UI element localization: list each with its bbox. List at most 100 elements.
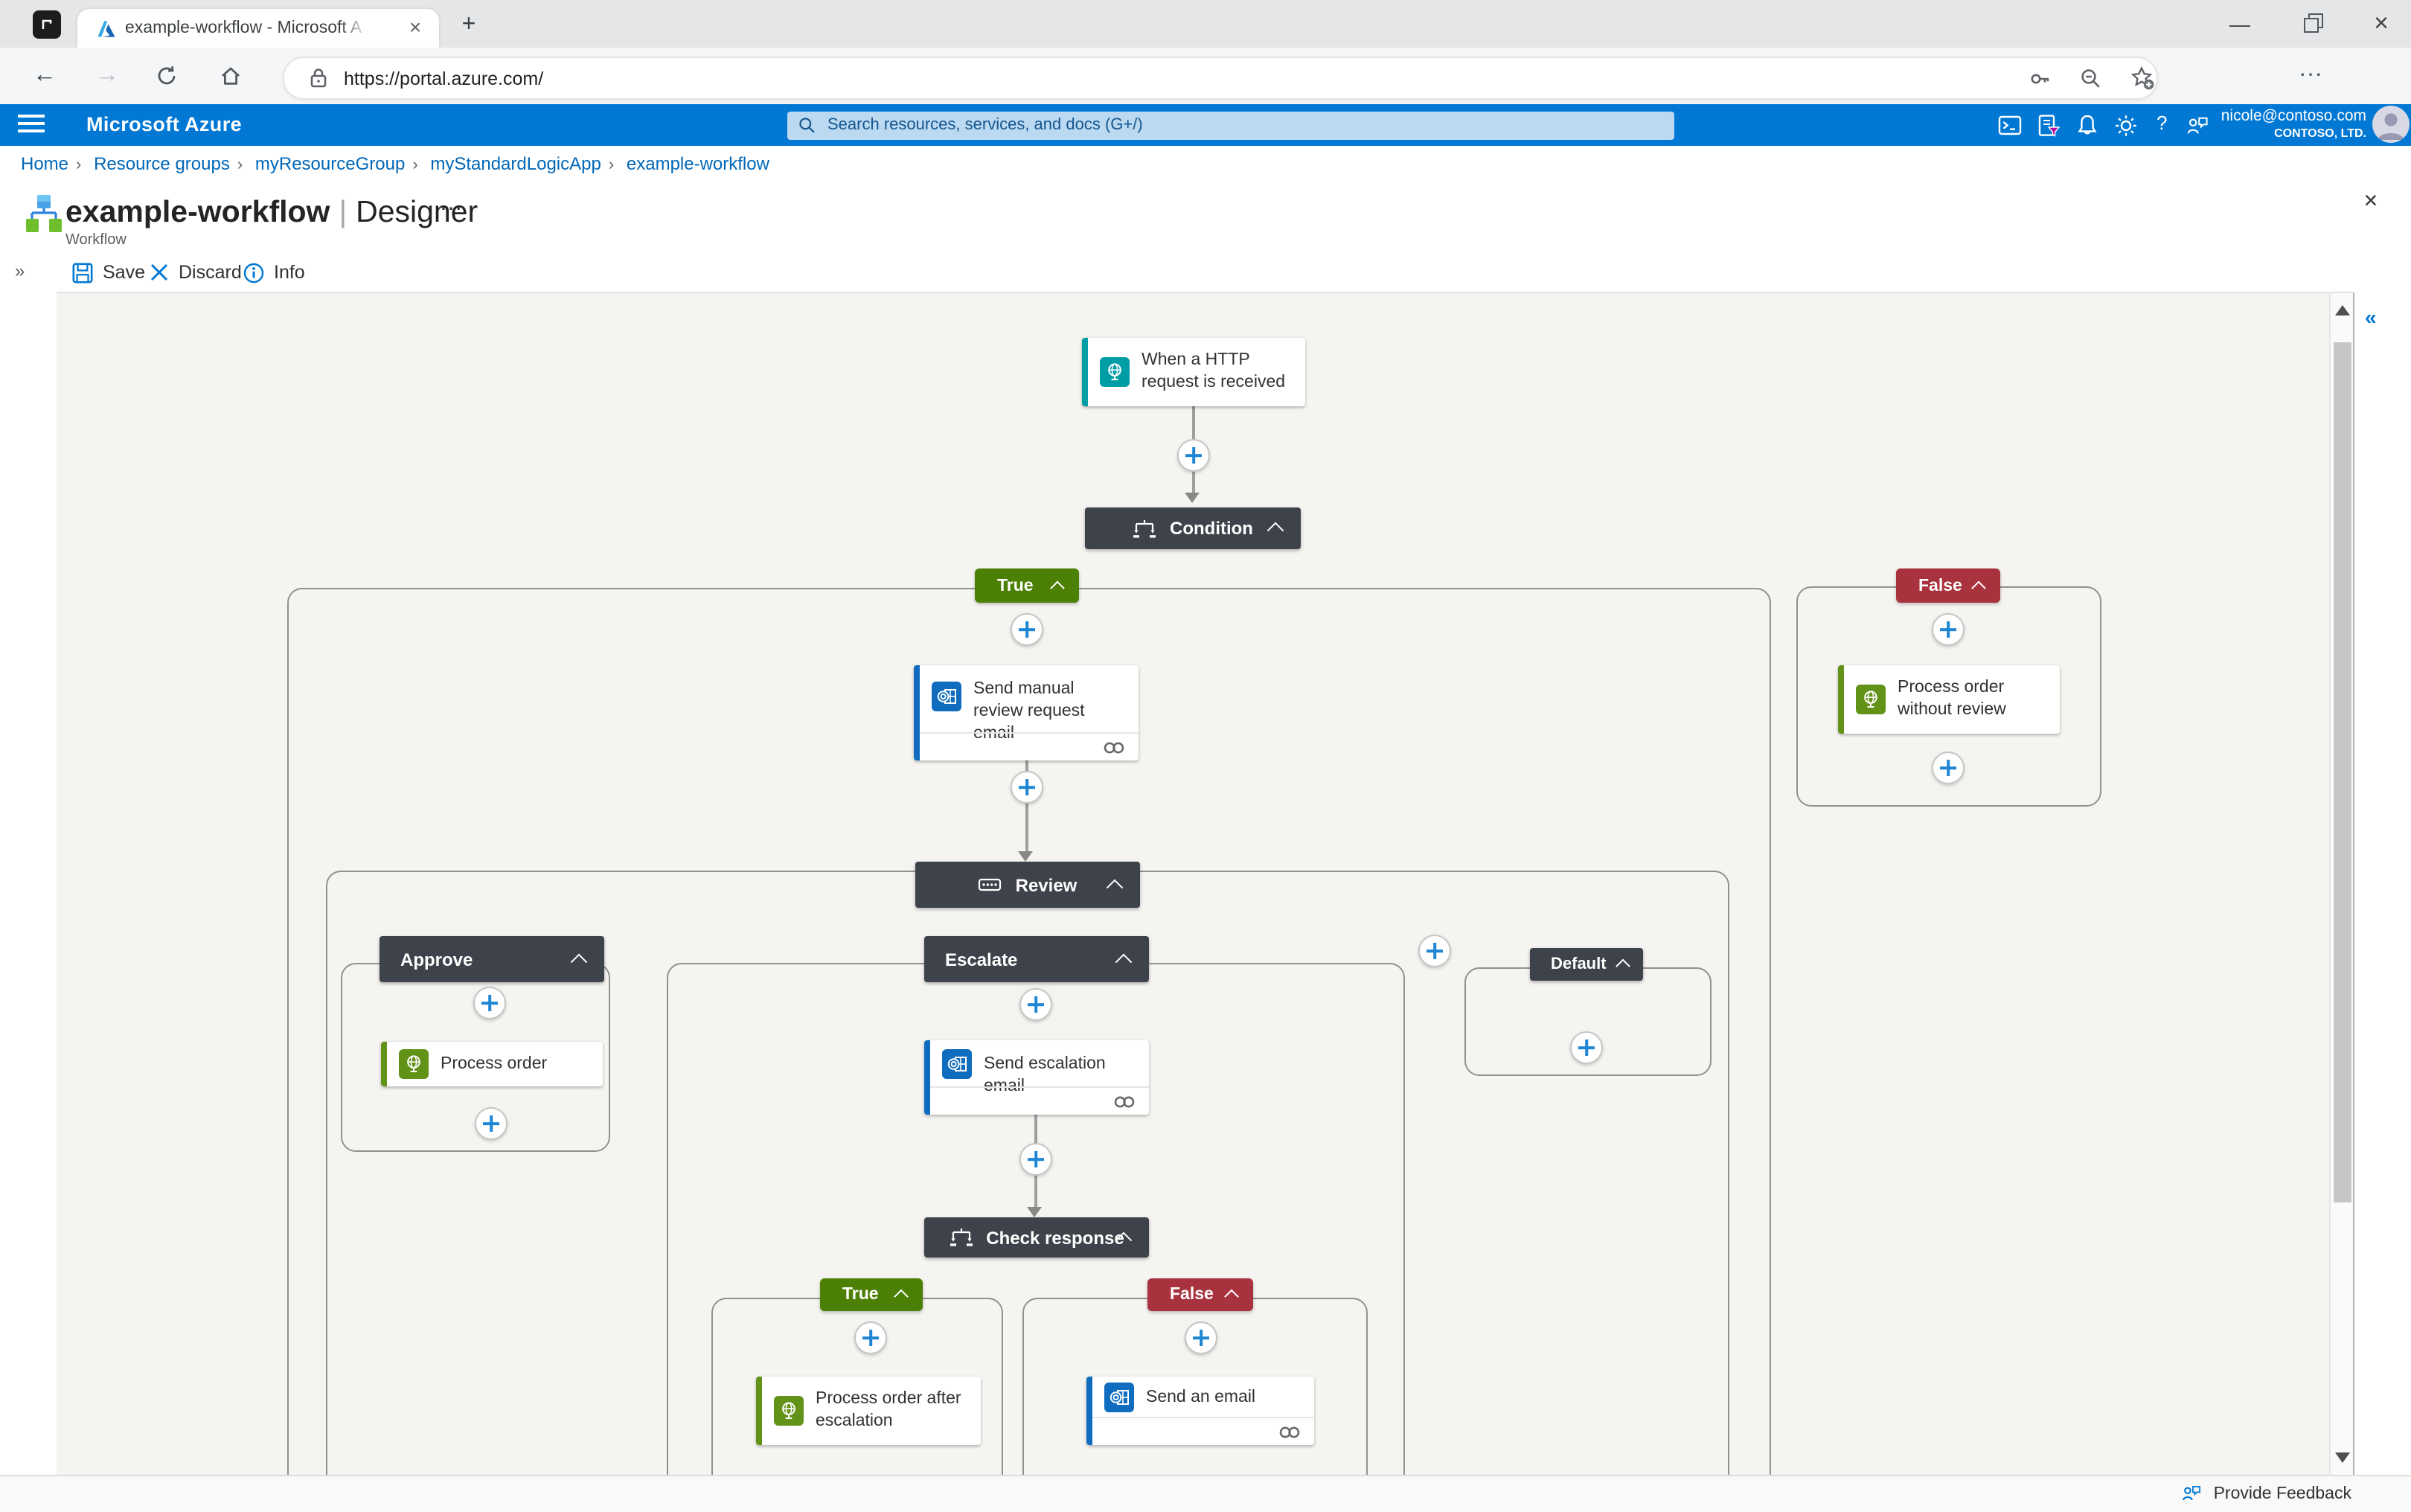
tab-close-icon[interactable]: ×	[402, 13, 429, 40]
default-case-header[interactable]: Default	[1530, 948, 1643, 981]
notifications-bell-icon[interactable]	[2075, 113, 2100, 138]
escalate-label: Escalate	[945, 949, 1018, 970]
action-process-order-after-escalation[interactable]: Process order after escalation	[756, 1377, 981, 1445]
action-process-order[interactable]: Process order	[381, 1042, 603, 1086]
check-false-badge[interactable]: False	[1147, 1278, 1253, 1311]
browser-menu-icon[interactable]: …	[2298, 54, 2325, 83]
collapse-chevron-icon[interactable]	[1971, 580, 1986, 595]
add-case-plus-icon[interactable]	[1418, 935, 1451, 967]
outlook-icon	[932, 682, 961, 711]
link-icon[interactable]	[1103, 739, 1125, 755]
check-true-badge[interactable]: True	[820, 1278, 923, 1311]
provide-feedback-button[interactable]: Provide Feedback	[2181, 1482, 2351, 1505]
address-bar[interactable]	[283, 57, 2158, 100]
azure-brand[interactable]: Microsoft Azure	[86, 113, 242, 135]
collapse-chevron-icon[interactable]	[1106, 878, 1124, 896]
true-branch-badge[interactable]: True	[975, 568, 1079, 603]
info-button[interactable]: Info	[243, 256, 305, 289]
new-tab-icon[interactable]: +	[454, 10, 484, 40]
refresh-icon[interactable]	[155, 64, 179, 88]
approve-case-header[interactable]: Approve	[380, 936, 604, 982]
check-response-node[interactable]: Check response	[924, 1217, 1149, 1258]
commandbar-collapse-icon[interactable]: »	[15, 260, 25, 281]
insert-step-plus-icon[interactable]	[1570, 1031, 1603, 1064]
azure-favicon	[97, 21, 115, 37]
global-search[interactable]	[787, 111, 1674, 139]
search-input[interactable]	[825, 115, 1604, 135]
account-info[interactable]: nicole@contoso.com CONTOSO, LTD.	[2143, 107, 2366, 140]
breadcrumb-home[interactable]: Home	[21, 153, 68, 174]
window-minimize-icon[interactable]: —	[2216, 6, 2264, 42]
action-send-escalation-email[interactable]: Send escalation email	[924, 1040, 1149, 1115]
settings-gear-icon[interactable]	[2113, 113, 2139, 138]
scrollbar-thumb[interactable]	[2333, 342, 2351, 1202]
breadcrumb-logic-app[interactable]: myStandardLogicApp	[430, 153, 601, 174]
zoom-out-icon[interactable]	[2079, 67, 2103, 91]
blade-close-icon[interactable]: ×	[2357, 189, 2384, 216]
action-accent	[381, 1042, 387, 1086]
window-restore-icon[interactable]	[2286, 6, 2334, 42]
collapse-chevron-icon[interactable]	[1616, 958, 1630, 974]
action-send-an-email[interactable]: Send an email	[1086, 1377, 1314, 1445]
insert-step-plus-icon[interactable]	[1185, 1322, 1217, 1354]
review-switch-node[interactable]: Review	[915, 862, 1140, 908]
back-icon[interactable]: ←	[33, 63, 57, 89]
action-accent	[1838, 665, 1844, 734]
insert-step-plus-icon[interactable]	[1932, 752, 1965, 784]
collapse-chevron-icon[interactable]	[1224, 1289, 1239, 1304]
link-icon[interactable]	[1278, 1423, 1301, 1440]
vertical-scrollbar[interactable]	[2329, 293, 2354, 1475]
trigger-node-http-request[interactable]: When a HTTP request is received	[1082, 338, 1305, 406]
escalate-case-header[interactable]: Escalate	[924, 936, 1149, 982]
panel-collapse-icon[interactable]: «	[2365, 305, 2377, 329]
action-accent	[1086, 1377, 1092, 1445]
avatar[interactable]	[2372, 106, 2410, 143]
save-button[interactable]: Save	[71, 256, 145, 289]
scroll-down-icon[interactable]	[2335, 1452, 2350, 1463]
insert-step-plus-icon[interactable]	[854, 1322, 887, 1354]
title-more-icon[interactable]: …	[439, 190, 464, 217]
password-key-icon[interactable]	[2029, 67, 2052, 91]
insert-step-plus-icon[interactable]	[1011, 613, 1043, 646]
insert-step-plus-icon[interactable]	[473, 987, 506, 1019]
insert-step-plus-icon[interactable]	[1019, 1143, 1052, 1176]
collapse-chevron-icon[interactable]	[1267, 522, 1284, 539]
directory-filter-icon[interactable]	[2036, 113, 2061, 138]
action-send-manual-review-email[interactable]: Send manual review request email	[914, 665, 1139, 760]
status-bar: Provide Feedback	[0, 1475, 2411, 1512]
url-input[interactable]	[341, 58, 1686, 98]
cloud-shell-icon[interactable]	[1997, 113, 2023, 138]
window-close-icon[interactable]: ×	[2357, 6, 2405, 42]
breadcrumb-resource-groups[interactable]: Resource groups	[94, 153, 230, 174]
discard-button[interactable]: Discard	[149, 256, 242, 289]
http-request-icon	[1100, 357, 1130, 387]
breadcrumb-resource-group[interactable]: myResourceGroup	[255, 153, 405, 174]
favorite-star-icon[interactable]	[2130, 65, 2155, 91]
account-email: nicole@contoso.com	[2221, 107, 2366, 125]
browser-tab[interactable]: example-workflow - Microsoft A ×	[77, 9, 439, 48]
browser-workspace-icon[interactable]	[33, 10, 61, 39]
insert-step-plus-icon[interactable]	[1011, 771, 1043, 804]
collapse-chevron-icon[interactable]	[570, 952, 588, 970]
hamburger-menu-icon[interactable]	[18, 115, 45, 134]
home-icon[interactable]	[219, 64, 243, 88]
collapse-chevron-icon[interactable]	[1115, 952, 1133, 970]
lock-icon[interactable]	[308, 67, 329, 89]
scroll-up-icon[interactable]	[2335, 305, 2350, 315]
condition-node[interactable]: Condition	[1085, 507, 1301, 549]
collapse-chevron-icon[interactable]	[894, 1289, 909, 1304]
info-label: Info	[274, 262, 305, 283]
review-label: Review	[1015, 874, 1078, 895]
collapse-chevron-icon[interactable]	[1050, 580, 1065, 595]
action-process-order-without-review[interactable]: Process order without review	[1838, 665, 2060, 734]
insert-step-plus-icon[interactable]	[1019, 988, 1052, 1021]
insert-step-plus-icon[interactable]	[1932, 613, 1965, 646]
browser-tab-bar: example-workflow - Microsoft A × + — ×	[0, 0, 2411, 48]
check-false-label: False	[1170, 1286, 1214, 1304]
false-branch-badge[interactable]: False	[1896, 568, 2000, 603]
breadcrumb-workflow[interactable]: example-workflow	[627, 153, 769, 174]
insert-step-plus-icon[interactable]	[1177, 439, 1210, 472]
workflow-canvas[interactable]: When a HTTP request is received Conditio…	[57, 293, 2354, 1475]
insert-step-plus-icon[interactable]	[475, 1107, 508, 1140]
link-icon[interactable]	[1113, 1093, 1136, 1109]
